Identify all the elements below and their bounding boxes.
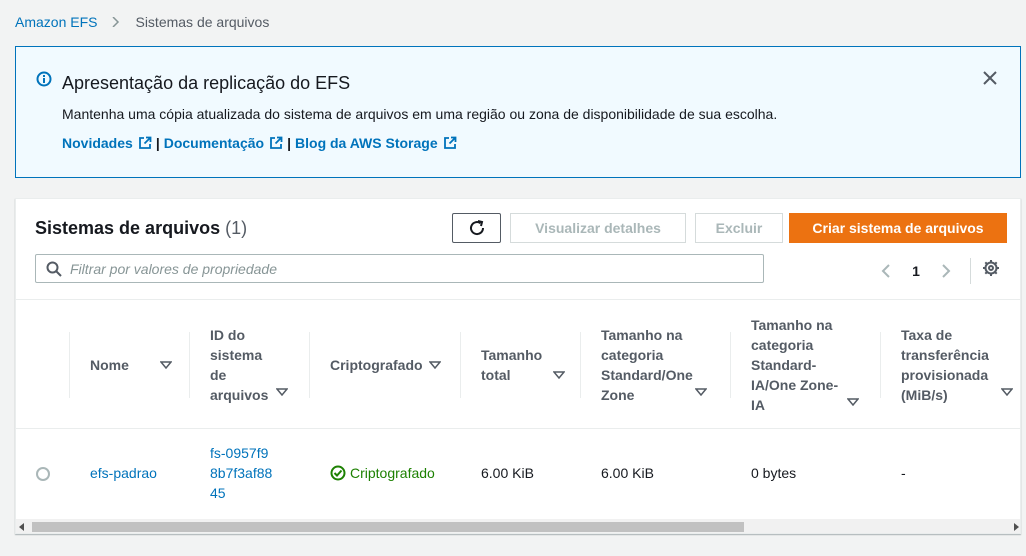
- refresh-icon: [469, 220, 484, 236]
- link-documentacao-label: Documentação: [163, 135, 265, 151]
- column-header-total-size[interactable]: Tamanho total: [481, 324, 565, 406]
- delete-button[interactable]: Excluir: [695, 213, 783, 243]
- table-header: Nome ID do sistema de arquivos Criptogra…: [16, 299, 1020, 429]
- file-system-name-link[interactable]: efs-padrao: [90, 463, 157, 483]
- scroll-right-arrow[interactable]: [1014, 523, 1019, 531]
- column-divider: [730, 332, 731, 398]
- column-divider: [309, 332, 310, 398]
- encrypted-status-label: Criptografado: [350, 465, 435, 481]
- encrypted-status: Criptografado: [330, 463, 435, 483]
- close-icon[interactable]: [982, 70, 998, 86]
- breadcrumb-current: Sistemas de arquivos: [135, 14, 270, 30]
- panel-title-text: Sistemas de arquivos: [35, 218, 221, 238]
- filter-box: [35, 254, 764, 283]
- create-file-system-button[interactable]: Criar sistema de arquivos: [789, 213, 1007, 243]
- link-novidades[interactable]: Novidades: [62, 135, 152, 151]
- file-systems-panel: Sistemas de arquivos (1) Visualizar deta…: [15, 198, 1021, 534]
- search-icon: [46, 261, 62, 277]
- scrollbar-thumb[interactable]: [32, 522, 744, 532]
- external-link-icon: [443, 136, 457, 149]
- external-link-icon: [270, 136, 283, 149]
- view-details-button[interactable]: Visualizar detalhes: [510, 213, 686, 243]
- panel-title: Sistemas de arquivos (1): [35, 218, 247, 239]
- sort-caret-icon: [847, 398, 859, 406]
- column-header-name[interactable]: Nome: [90, 324, 174, 406]
- ia-size-cell: 0 bytes: [751, 465, 797, 481]
- link-novidades-label: Novidades: [62, 135, 133, 151]
- sort-caret-icon: [160, 361, 172, 369]
- sort-caret-icon: [1001, 388, 1013, 396]
- banner-links: Novidades | Documentação | Blog da AWS S…: [62, 135, 457, 151]
- column-divider: [189, 332, 190, 398]
- next-page-button[interactable]: [936, 261, 956, 281]
- previous-page-button[interactable]: [876, 261, 896, 281]
- column-header-ia-size[interactable]: Tamanho na categoria Standard-IA/One Zon…: [751, 317, 863, 413]
- sort-caret-icon: [276, 388, 288, 396]
- total-size-cell: 6.00 KiB: [481, 465, 534, 481]
- throughput-cell: -: [901, 465, 906, 481]
- scroll-left-arrow[interactable]: [19, 523, 24, 531]
- info-icon: [36, 71, 52, 87]
- column-divider: [580, 332, 581, 398]
- column-header-standard-size[interactable]: Tamanho na categoria Standard/One Zone: [601, 324, 713, 406]
- link-separator: |: [287, 135, 292, 151]
- column-divider: [880, 332, 881, 398]
- sort-caret-icon: [695, 388, 707, 396]
- page-number[interactable]: 1: [896, 263, 936, 279]
- column-header-throughput[interactable]: Taxa de transferência provisionada (MiB/…: [901, 324, 1013, 406]
- file-system-id-link[interactable]: fs-0957f98b7f3af8845: [210, 443, 276, 503]
- chevron-right-icon: [112, 17, 120, 27]
- sort-caret-icon: [553, 371, 565, 379]
- column-divider: [69, 332, 70, 398]
- column-divider: [460, 332, 461, 398]
- file-systems-table: Nome ID do sistema de arquivos Criptogra…: [16, 299, 1020, 519]
- panel-count: (1): [225, 218, 248, 238]
- chevron-right-icon: [942, 264, 951, 278]
- row-select-radio[interactable]: [36, 467, 50, 481]
- column-header-label: Taxa de transferência provisionada (MiB/…: [901, 327, 989, 403]
- link-documentacao[interactable]: Documentação: [164, 135, 283, 151]
- info-banner: Apresentação da replicação do EFS Manten…: [15, 46, 1021, 178]
- gear-icon[interactable]: [982, 259, 1000, 277]
- table-row[interactable]: efs-padrao fs-0957f98b7f3af8845 Criptogr…: [16, 429, 1020, 517]
- standard-size-cell: 6.00 KiB: [601, 465, 654, 481]
- link-separator: |: [155, 135, 160, 151]
- banner-description: Mantenha uma cópia atualizada do sistema…: [62, 106, 778, 122]
- chevron-left-icon: [881, 264, 890, 278]
- column-header-label: Tamanho total: [481, 347, 543, 383]
- column-header-label: Criptografado: [330, 357, 423, 373]
- column-header-id[interactable]: ID do sistema de arquivos: [210, 324, 300, 406]
- external-link-icon: [138, 136, 152, 149]
- horizontal-scrollbar[interactable]: [16, 519, 1020, 533]
- column-header-label: Tamanho na categoria Standard/One Zone: [601, 327, 693, 403]
- breadcrumb: Amazon EFS Sistemas de arquivos: [15, 14, 269, 30]
- link-blog-label: Blog da AWS Storage: [295, 135, 438, 151]
- sort-caret-icon: [428, 361, 441, 369]
- link-blog-aws-storage[interactable]: Blog da AWS Storage: [295, 135, 457, 151]
- banner-title: Apresentação da replicação do EFS: [62, 73, 351, 93]
- check-circle-icon: [330, 465, 346, 481]
- filter-input[interactable]: [70, 255, 750, 282]
- column-header-label: ID do sistema de arquivos: [210, 327, 269, 403]
- pagination-divider: [970, 258, 971, 284]
- column-header-encrypted[interactable]: Criptografado: [330, 324, 450, 406]
- column-header-label: Nome: [90, 357, 129, 373]
- refresh-button[interactable]: [452, 213, 501, 243]
- column-header-label: Tamanho na categoria Standard-IA/One Zon…: [751, 317, 839, 413]
- breadcrumb-amazon-efs[interactable]: Amazon EFS: [15, 14, 97, 30]
- pagination: 1: [876, 258, 971, 284]
